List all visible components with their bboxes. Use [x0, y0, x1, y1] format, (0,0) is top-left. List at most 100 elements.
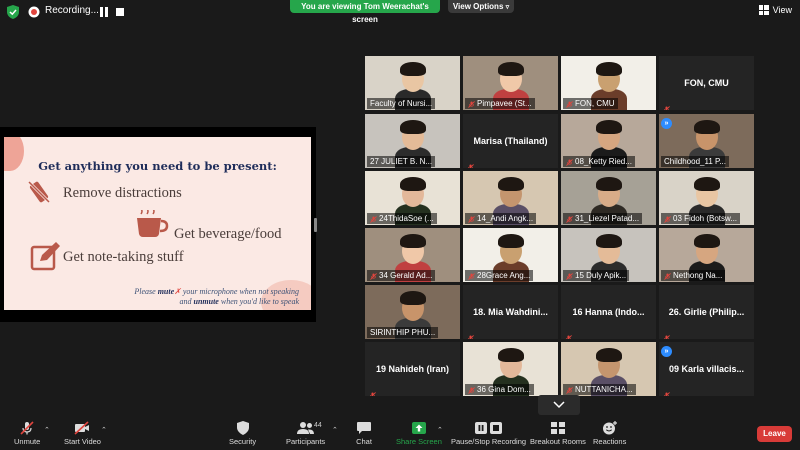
participant-hair — [498, 62, 524, 76]
participant-tile[interactable]: 09 Karla villacis... » — [659, 342, 754, 396]
participant-tile[interactable]: FON, CMU — [561, 56, 656, 110]
view-button[interactable]: View — [758, 5, 792, 15]
shield-check-icon[interactable] — [7, 5, 19, 19]
participant-name: Nethong Na... — [673, 271, 723, 280]
microphone-muted-icon — [467, 329, 475, 339]
note-edit-icon — [30, 242, 60, 271]
microphone-muted-icon — [566, 158, 573, 166]
reactions-button[interactable]: Reactions — [593, 421, 626, 446]
participant-name: 08_Ketty Ried... — [575, 157, 632, 166]
participant-tile[interactable]: 08_Ketty Ried... — [561, 114, 656, 168]
participant-tile[interactable]: Faculty of Nursi... — [365, 56, 460, 110]
microphone-muted-icon — [370, 272, 377, 280]
participant-tile[interactable]: 28Grace Ang... — [463, 228, 558, 282]
start-video-label: Start Video — [64, 437, 101, 446]
breakout-rooms-button[interactable]: Breakout Rooms — [530, 421, 586, 446]
participant-tile[interactable]: Childhood_11 P... » — [659, 114, 754, 168]
stop-recording-icon[interactable] — [116, 8, 124, 16]
participant-tile[interactable]: 19 Nahideh (Iran) — [365, 342, 460, 396]
participants-icon — [296, 422, 314, 434]
microphone-muted-icon — [369, 386, 377, 396]
participant-name: 27 JULIET B. N... — [370, 157, 433, 166]
participant-name-label: Faculty of Nursi... — [367, 98, 436, 109]
breakout-rooms-icon — [550, 422, 565, 434]
participant-tile[interactable]: 36 Gina Dom... — [463, 342, 558, 396]
participant-name-label: Childhood_11 P... — [661, 156, 729, 167]
participant-hair — [694, 177, 720, 191]
coffee-cup-icon — [137, 210, 169, 237]
microphone-muted-icon — [468, 386, 475, 394]
participant-hair — [596, 177, 622, 191]
participant-tile[interactable]: 26. Girlie (Philip... — [659, 285, 754, 339]
participant-tile[interactable]: 16 Hanna (Indo... — [561, 285, 656, 339]
participant-tile[interactable]: 03 Fidoh (Botsw... — [659, 171, 754, 225]
participant-tile[interactable]: 34 Gerald Ad... — [365, 228, 460, 282]
reactions-label: Reactions — [593, 437, 627, 446]
participant-hair — [400, 177, 426, 191]
participant-tile[interactable]: Marisa (Thailand) — [463, 114, 558, 168]
microphone-muted-icon — [566, 100, 573, 108]
security-button[interactable]: Security — [229, 421, 256, 446]
leave-button[interactable]: Leave — [757, 426, 792, 442]
participants-options-caret[interactable]: ⌃ — [332, 426, 338, 434]
participants-label: Participants — [286, 437, 326, 446]
participant-name-label: 36 Gina Dom... — [465, 384, 534, 395]
view-options-button[interactable]: View Options ▿ — [448, 0, 514, 13]
microphone-muted-icon — [663, 100, 671, 110]
participant-hair — [400, 120, 426, 134]
share-options-caret[interactable]: ⌃ — [437, 426, 443, 434]
pause-stop-icon — [474, 422, 502, 434]
slide-title: Get anything you need to be present: — [38, 159, 277, 173]
microphone-muted-icon — [468, 100, 475, 108]
participant-hair — [596, 234, 622, 248]
participant-hair — [596, 62, 622, 76]
participant-name: Pimpavee (St... — [477, 99, 532, 108]
shared-screen[interactable]: Get anything you need to be present: Rem… — [0, 127, 316, 322]
note-emphasis: unmute — [193, 297, 219, 306]
muted-mic-icon: ✗ — [174, 287, 181, 296]
participant-tile[interactable]: 27 JULIET B. N... — [365, 114, 460, 168]
participant-tile[interactable]: Nethong Na... — [659, 228, 754, 282]
participant-name-label: 15 Duly Apik... — [563, 270, 630, 281]
participant-tile[interactable]: NUTTANICHA... — [561, 342, 656, 396]
share-screen-button[interactable]: Share Screen — [396, 421, 442, 446]
note-text: when you'd like to speak — [218, 297, 299, 306]
participant-tile[interactable]: Pimpavee (St... — [463, 56, 558, 110]
participant-hair — [498, 348, 524, 362]
participant-name: 16 Hanna (Indo... — [572, 307, 645, 317]
share-screen-label: Share Screen — [396, 437, 442, 446]
participant-name-label: Nethong Na... — [661, 270, 726, 281]
split-view-resize-handle[interactable] — [314, 218, 317, 232]
chat-bubble-icon — [357, 422, 371, 434]
participant-name-label: 34 Gerald Ad... — [367, 270, 436, 281]
breakout-rooms-label: Breakout Rooms — [530, 437, 586, 446]
participant-tile[interactable]: 31_Liezel Patad... — [561, 171, 656, 225]
microphone-muted-icon — [468, 215, 475, 223]
chevron-down-icon — [553, 401, 565, 409]
slide-item-remove-distractions: Remove distractions — [63, 185, 182, 201]
participant-hair — [498, 177, 524, 191]
participant-name-label: FON, CMU — [563, 98, 618, 109]
chat-button[interactable]: Chat — [356, 421, 372, 446]
participant-tile[interactable]: 24ThidaSoe (... — [365, 171, 460, 225]
participant-name-label: 03 Fidoh (Botsw... — [661, 213, 741, 224]
participant-name: 18. Mia Wahdini... — [473, 307, 548, 317]
gallery-collapse-button[interactable] — [538, 395, 580, 415]
start-video-button[interactable]: Start Video — [64, 421, 101, 446]
unmute-button[interactable]: Unmute — [14, 421, 40, 446]
audio-options-caret[interactable]: ⌃ — [44, 426, 50, 434]
participant-tile[interactable]: 15 Duly Apik... — [561, 228, 656, 282]
chevron-down-icon: ▿ — [505, 4, 510, 11]
note-emphasis: mute — [157, 287, 175, 296]
participant-tile[interactable]: 18. Mia Wahdini... — [463, 285, 558, 339]
fast-forward-badge-icon: » — [661, 346, 672, 357]
participant-tile[interactable]: FON, CMU — [659, 56, 754, 110]
participant-tile[interactable]: 14_Andi Angk... — [463, 171, 558, 225]
participant-tile[interactable]: SIRINTHIP PHU... — [365, 285, 460, 339]
video-options-caret[interactable]: ⌃ — [101, 426, 107, 434]
participant-name-label: Pimpavee (St... — [465, 98, 535, 109]
pause-recording-icon[interactable] — [99, 6, 109, 18]
participant-name-label: 28Grace Ang... — [465, 270, 534, 281]
pause-stop-recording-button[interactable]: Pause/Stop Recording — [451, 421, 526, 446]
microphone-muted-icon — [467, 158, 475, 168]
